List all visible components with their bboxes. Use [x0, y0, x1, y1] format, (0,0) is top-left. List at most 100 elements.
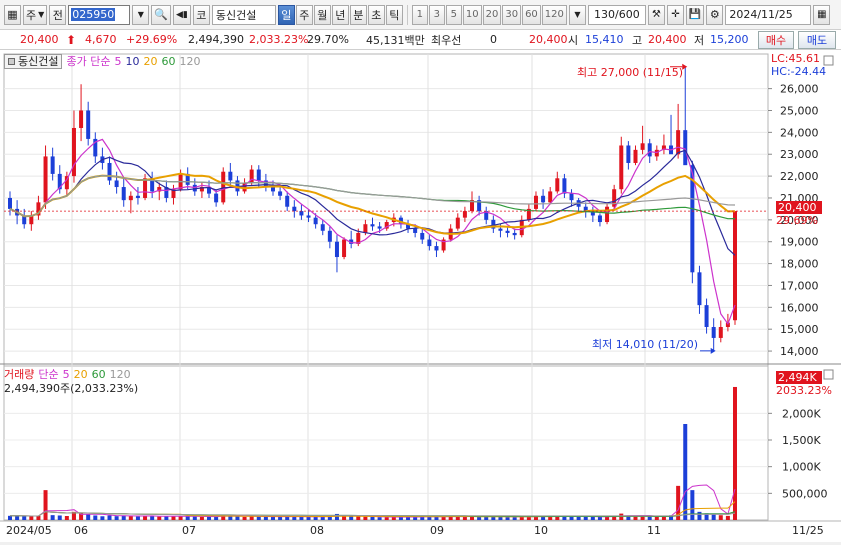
period-button-2[interactable]: 월 — [313, 4, 331, 25]
stock-name-field[interactable]: 동신건설 — [211, 4, 276, 25]
volume-bar — [313, 516, 318, 520]
interval-button-120[interactable]: 120 — [541, 4, 567, 25]
ma60-line — [9, 174, 736, 220]
calendar-icon[interactable]: ▦ — [813, 4, 831, 25]
interval-button-30[interactable]: 30 — [502, 4, 522, 25]
volume-ratio-tag: 2033.23% — [776, 384, 832, 397]
candle-body — [555, 178, 560, 192]
period-button-5[interactable]: 초 — [367, 4, 385, 25]
crosshair-icon[interactable]: ✛ — [666, 4, 684, 25]
period-button-4[interactable]: 분 — [349, 4, 367, 25]
date-field[interactable]: 2024/11/25 — [725, 4, 812, 25]
volume-bar — [242, 516, 247, 520]
volume-ma20-line — [10, 501, 736, 518]
low-annotation: 최저 14,010 (11/20) — [592, 338, 699, 351]
volume-value: 2,494,390 — [188, 33, 244, 46]
sell-button[interactable]: 매도 — [798, 31, 836, 49]
price-tick-label: 23,000 — [780, 148, 819, 161]
price-tick-label: 25,000 — [780, 104, 819, 117]
best-quote-value: 0 — [490, 33, 497, 46]
interval-button-3[interactable]: 3 — [428, 4, 445, 25]
speaker-icon[interactable]: ◀▮ — [172, 4, 191, 25]
interval-button-5[interactable]: 5 — [445, 4, 462, 25]
code-dropdown-chevron-icon[interactable]: ▼ — [132, 4, 150, 25]
data-count-field[interactable]: 130/600 — [587, 4, 646, 25]
volume-bar — [306, 516, 311, 520]
interval-button-60[interactable]: 60 — [522, 4, 541, 25]
volume-bar — [43, 490, 48, 520]
volume-bar — [199, 516, 204, 520]
candle-body — [121, 187, 126, 201]
candle-body — [548, 191, 553, 203]
candle-body — [562, 178, 567, 194]
open-price: 15,410 — [585, 33, 624, 46]
market-select[interactable]: 주 ▼ — [23, 4, 48, 25]
low-price: 15,200 — [710, 33, 749, 46]
volume-bar — [114, 516, 119, 520]
price-panel-close-icon — [823, 55, 834, 66]
chart-menu-icon[interactable]: ▦ — [4, 4, 21, 25]
candle-body — [292, 206, 297, 212]
prev-button[interactable]: 전 — [49, 4, 67, 25]
price-change: 4,670 — [85, 33, 117, 46]
price-tick-label: 22,000 — [780, 170, 819, 183]
price-legend-title[interactable]: 동신건설 — [4, 53, 63, 69]
volume-bar — [384, 517, 389, 520]
volume-bar — [576, 516, 581, 520]
candle-body — [633, 149, 638, 163]
chart-tools-icon[interactable]: ⚒ — [647, 4, 665, 25]
volume-tick-label: 500,000 — [782, 487, 828, 500]
candle-body — [455, 217, 460, 229]
stock-code-input[interactable]: 025950 — [68, 4, 131, 25]
volume-bar — [107, 515, 112, 520]
save-icon[interactable]: 💾 — [685, 4, 705, 25]
candle-body — [420, 232, 425, 240]
volume-bar — [128, 516, 133, 520]
stock-code-value: 025950 — [71, 8, 116, 21]
x-axis-label: 07 — [182, 524, 196, 537]
candle-body — [306, 215, 311, 218]
search-icon[interactable]: 🔍 — [151, 4, 171, 25]
x-axis-label: 10 — [534, 524, 548, 537]
candle-body — [256, 169, 261, 181]
interval-dropdown-chevron-icon[interactable]: ▼ — [568, 4, 586, 25]
candle-body — [711, 327, 716, 338]
candle-body — [327, 230, 332, 242]
candle-body — [270, 187, 275, 192]
period-button-0[interactable]: 일 — [277, 4, 295, 25]
volume-bar — [249, 516, 254, 520]
code-type-button[interactable]: 코 — [192, 4, 210, 25]
volume-bar — [569, 516, 574, 520]
buy-button[interactable]: 매수 — [758, 31, 794, 49]
high-label: 고 — [632, 33, 643, 47]
legend-ma10: 10 — [125, 54, 140, 68]
volume-bar — [100, 516, 105, 520]
hc-label: HC:-24.44 — [771, 65, 827, 78]
legend-ma120: 120 — [179, 54, 201, 68]
candle-body — [313, 217, 318, 225]
chart-area[interactable]: 26,000 25,000 24,000 23,000 22,000 21,000 20,0… — [0, 50, 841, 542]
chevron-down-icon: ▼ — [38, 10, 45, 19]
period-button-1[interactable]: 주 — [295, 4, 313, 25]
candle-body — [434, 246, 439, 251]
legend-ma20: 20 — [143, 54, 158, 68]
volume-bar — [590, 516, 595, 520]
open-label: 시 — [568, 33, 579, 47]
interval-button-1[interactable]: 1 — [411, 4, 428, 25]
series-box-icon — [8, 57, 15, 65]
gear-icon[interactable]: ⚙ — [706, 4, 724, 25]
period-button-6[interactable]: 틱 — [385, 4, 403, 25]
interval-button-10[interactable]: 10 — [462, 4, 482, 25]
volume-bar — [583, 516, 588, 520]
best-quote-label: 최우선 — [431, 33, 462, 47]
candle-body — [597, 215, 602, 223]
period-button-3[interactable]: 년 — [331, 4, 349, 25]
x-axis-label: 09 — [430, 524, 444, 537]
candle-body — [86, 110, 91, 139]
candle-body — [647, 143, 652, 157]
price-volume-chart[interactable]: 26,00025,00024,00023,00022,00021,00020,0… — [0, 50, 841, 542]
volume-bar — [29, 516, 34, 520]
price-tick-label: 17,000 — [780, 279, 819, 292]
candle-body — [683, 130, 688, 166]
interval-button-20[interactable]: 20 — [482, 4, 502, 25]
